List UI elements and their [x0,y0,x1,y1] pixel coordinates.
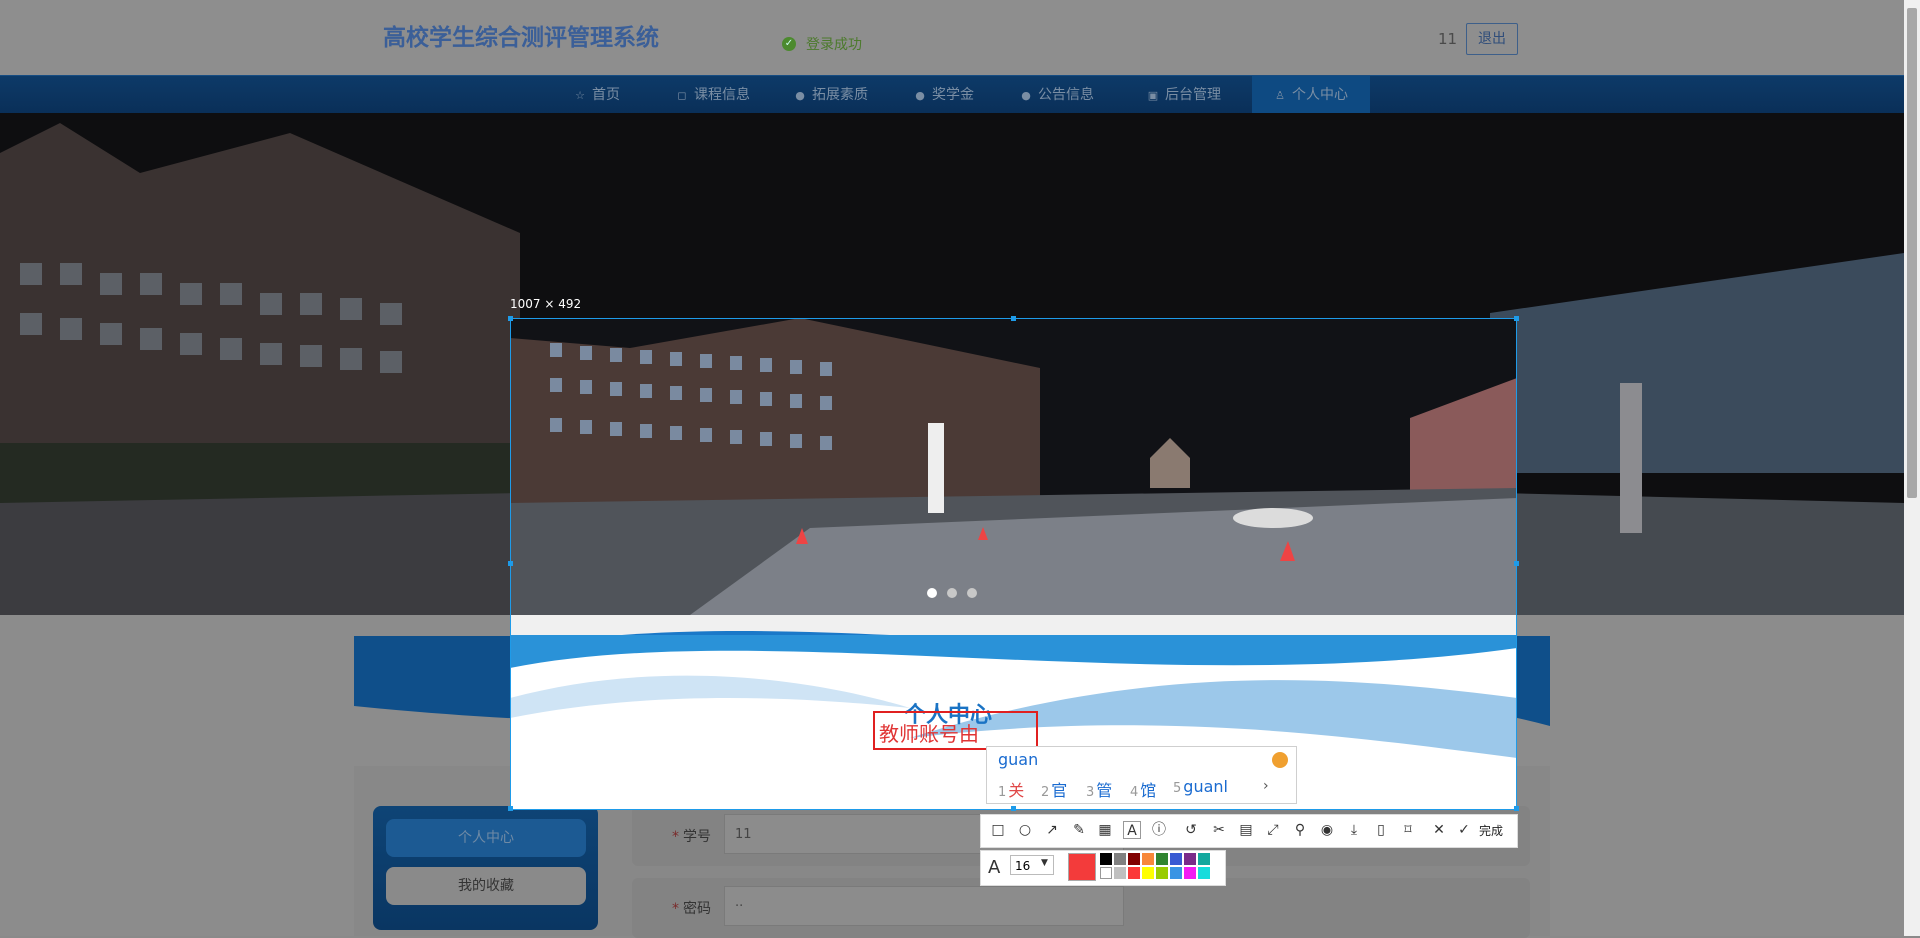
ime-candidate-1[interactable]: 1关 [998,777,1024,801]
text-icon[interactable]: A [1123,821,1141,839]
nav-item-profile[interactable]: ♙ 个人中心 [1252,76,1370,114]
resize-handle[interactable] [1514,316,1519,321]
screenshot-edit-icon[interactable]: ✂ [1210,821,1228,839]
font-icon: A [988,857,1001,878]
done-button[interactable]: 完成 [1479,822,1503,839]
resize-handle[interactable] [1011,316,1016,321]
resize-handle[interactable] [508,316,513,321]
long-screenshot-icon[interactable]: ⤢ [1264,821,1282,839]
color-swatch[interactable] [1198,853,1210,865]
password-label: * 密码 [672,901,711,917]
color-swatch[interactable] [1142,867,1154,879]
side-menu-item-profile[interactable]: 个人中心 [386,819,586,857]
user-id: 11 [1438,30,1458,48]
chevron-down-icon: ▼ [1041,858,1048,868]
nav-item-quality[interactable]: ● 拓展素质 [772,76,890,114]
color-swatch[interactable] [1184,853,1196,865]
record-icon[interactable]: ◉ [1318,821,1336,839]
pin-icon[interactable]: ⚲ [1291,821,1309,839]
color-swatch[interactable] [1184,867,1196,879]
logout-button[interactable]: 退出 [1466,23,1518,55]
selection-size-label: 1007 × 492 [510,297,582,311]
side-menu-item-favorites[interactable]: 我的收藏 [386,867,586,905]
color-swatch[interactable] [1170,853,1182,865]
form-row-password: * 密码 ·· [632,878,1530,938]
rectangle-icon[interactable]: □ [989,821,1007,839]
pen-icon[interactable]: ✎ [1070,821,1088,839]
required-mark: * [672,829,679,845]
ime-candidate-3[interactable]: 3管 [1086,777,1112,801]
ime-candidate-5[interactable]: 5 guanl [1173,777,1228,796]
resize-handle[interactable] [1011,806,1016,811]
download-icon[interactable]: ⤓ [1345,821,1363,839]
nav-item-courses[interactable]: ◻ 课程信息 [654,76,772,114]
resize-handle[interactable] [508,561,513,566]
color-swatch[interactable] [1142,853,1154,865]
nav-item-notices[interactable]: ● 公告信息 [998,76,1116,114]
ocr-icon[interactable]: ▤ [1237,821,1255,839]
color-swatch[interactable] [1100,867,1112,879]
save-icon[interactable]: ▯ [1372,821,1390,839]
nav-item-home[interactable]: ☆ 首页 [540,76,654,114]
arrow-icon[interactable]: ↗ [1043,821,1061,839]
resize-handle[interactable] [508,806,513,811]
nav-item-scholarship[interactable]: ● 奖学金 [890,76,998,114]
ime-logo-icon [1272,752,1288,768]
home-icon: ☆ [575,89,585,102]
info-icon: ● [915,89,925,102]
color-swatch[interactable] [1114,867,1126,879]
color-swatch[interactable] [1156,853,1168,865]
main-nav: ☆ 首页 ◻ 课程信息 ● 拓展素质 ● 奖学金 ● 公告信息 ▣ 后台管理 ♙ 个人中心 [0,75,1904,114]
login-success-toast: ✓ 登录成功 [782,34,862,54]
nav-item-admin[interactable]: ▣ 后台管理 [1116,76,1252,114]
info-icon: ● [1021,89,1031,102]
undo-icon[interactable]: ↺ [1182,821,1200,839]
login-toast-text: 登录成功 [806,37,862,53]
password-input[interactable]: ·· [724,886,1124,926]
ime-composition: guan [998,750,1039,769]
bag-icon: ◻ [677,89,687,102]
required-mark: * [672,901,679,917]
bookmark-icon[interactable]: ⌑ [1399,821,1417,839]
color-swatch[interactable] [1128,867,1140,879]
header [0,0,1904,75]
briefcase-icon: ▣ [1147,89,1159,102]
color-swatch[interactable] [1114,853,1126,865]
check-circle-icon: ✓ [782,37,796,51]
serial-number-icon[interactable]: ⓘ [1150,821,1168,839]
text-annotation-content[interactable]: 教师账号由 [879,718,979,747]
mosaic-icon[interactable]: ▦ [1096,821,1114,839]
color-swatch[interactable] [1156,867,1168,879]
ime-candidate-4[interactable]: 4馆 [1130,777,1156,801]
ime-candidate-2[interactable]: 2官 [1041,777,1067,801]
scrollbar-thumb[interactable] [1907,8,1917,498]
info-icon: ● [795,89,805,102]
resize-handle[interactable] [1514,561,1519,566]
check-icon[interactable]: ✓ [1455,821,1473,839]
color-swatch[interactable] [1128,853,1140,865]
ime-next-page-icon[interactable]: › [1263,778,1269,794]
color-swatch[interactable] [1198,867,1210,879]
current-color-swatch[interactable] [1068,853,1096,881]
color-swatch[interactable] [1100,853,1112,865]
user-icon: ♙ [1275,89,1285,102]
resize-handle[interactable] [1514,806,1519,811]
color-swatch[interactable] [1170,867,1182,879]
site-title: 高校学生综合测评管理系统 [383,25,659,51]
close-icon[interactable]: ✕ [1430,821,1448,839]
ellipse-icon[interactable]: ○ [1016,821,1034,839]
student-id-label: * 学号 [672,829,711,845]
